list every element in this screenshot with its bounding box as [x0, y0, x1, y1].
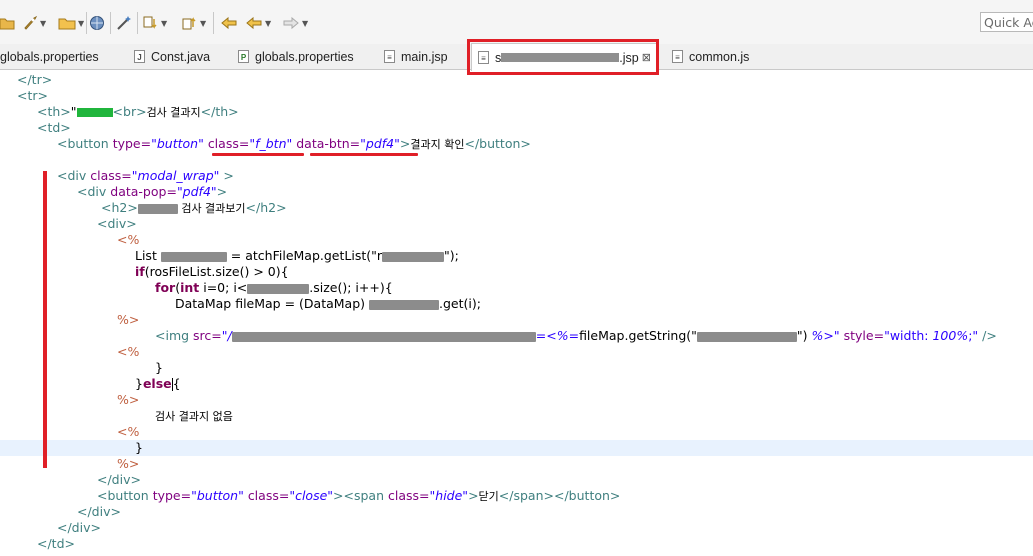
tab-main-jsp[interactable]: ≡ main.jsp: [384, 44, 448, 69]
back-arrow-icon[interactable]: ▼: [245, 14, 271, 32]
dropdown-arrow-icon[interactable]: ▼: [40, 19, 46, 28]
code-line: if(rosFileList.size() > 0){: [135, 264, 289, 279]
red-bracket-annotation: [43, 171, 47, 468]
dropdown-arrow-icon[interactable]: ▼: [302, 19, 308, 28]
redacted-text: [137, 203, 178, 214]
quick-access-input[interactable]: Quick Access: [980, 12, 1033, 32]
code-line: <td>: [37, 120, 71, 135]
separator: [213, 12, 214, 34]
code-line: </td>: [37, 536, 75, 551]
code-editor[interactable]: </tr> <tr> <th>" <br>검사 결과지</th> <td> <bu…: [0, 70, 1033, 556]
code-line: DataMap fileMap = (DataMap) .get(i);: [175, 296, 481, 311]
code-line: <div>: [97, 216, 137, 231]
code-line: %>: [117, 392, 140, 407]
tab-label: globals.properties: [255, 49, 354, 64]
code-line: </div>: [77, 504, 121, 519]
code-line: List = atchFileMap.getList("r ");: [135, 248, 459, 263]
globe-icon[interactable]: [89, 14, 105, 32]
code-line: %>: [117, 456, 140, 471]
code-line: }else{: [135, 376, 181, 391]
dropdown-arrow-icon[interactable]: ▼: [200, 19, 206, 28]
navigate-up-icon[interactable]: ▼: [182, 14, 206, 32]
dropdown-arrow-icon[interactable]: ▼: [161, 19, 167, 28]
code-line: </div>: [97, 472, 141, 487]
redacted-text: [231, 331, 536, 342]
tab-globals-properties[interactable]: globals.properties: [0, 44, 99, 69]
code-line: <h2> 검사 결과보기</h2>: [101, 200, 287, 215]
code-line: for(int i=0; i< .size(); i++){: [155, 280, 393, 295]
code-line: <img src="/=<%=fileMap.getString(" ") %>"…: [155, 328, 997, 343]
tab-label: main.jsp: [401, 49, 448, 64]
open-folder-icon[interactable]: [0, 14, 16, 32]
tab-globals-properties-2[interactable]: P globals.properties: [238, 44, 354, 69]
separator: [110, 12, 111, 34]
code-line: <div class="modal_wrap" >: [57, 168, 234, 183]
properties-file-icon: P: [238, 50, 249, 63]
code-line: <%: [117, 232, 140, 247]
code-line: %>: [117, 312, 140, 327]
redacted-text: [696, 331, 797, 342]
code-line: <tr>: [17, 88, 48, 103]
tab-label: globals.properties: [0, 49, 99, 64]
code-line: <%: [117, 344, 140, 359]
main-toolbar: ▼ ▼ ▼ ▼ ▼ ▼ Quick Access: [0, 0, 1033, 44]
rocket-icon[interactable]: ▼: [22, 14, 46, 32]
dropdown-arrow-icon[interactable]: ▼: [78, 19, 84, 28]
code-line: <div data-pop="pdf4">: [77, 184, 228, 199]
redacted-text: [160, 251, 227, 262]
redacted-text: [382, 251, 445, 262]
code-line-current: }: [0, 440, 1033, 456]
wand-icon[interactable]: [116, 14, 132, 32]
tab-common-js[interactable]: ≡ common.js: [672, 44, 749, 69]
code-line: 검사 결과지 없음: [155, 410, 233, 423]
tab-label: common.js: [689, 49, 750, 64]
code-line: <button type="button" class="f_btn" data…: [57, 136, 531, 151]
last-edit-icon[interactable]: [220, 14, 238, 32]
tab-label: Const.java: [151, 49, 211, 64]
redacted-text: [247, 283, 310, 294]
java-file-icon: J: [134, 50, 145, 63]
jsp-file-icon: ≡: [384, 50, 395, 63]
code-line: </tr>: [17, 72, 53, 87]
navigate-down-icon[interactable]: ▼: [143, 14, 167, 32]
folder-icon[interactable]: ▼: [58, 14, 84, 32]
separator: [137, 12, 138, 34]
code-line: }: [155, 360, 163, 375]
code-line: <th>" <br>검사 결과지</th>: [37, 104, 239, 119]
code-line: </div>: [57, 520, 101, 535]
dropdown-arrow-icon[interactable]: ▼: [265, 19, 271, 28]
redacted-text: [369, 299, 439, 310]
js-file-icon: ≡: [672, 50, 683, 63]
red-underline-annotation: [310, 153, 418, 156]
code-line: <%: [117, 424, 140, 439]
redacted-text: [76, 108, 113, 117]
red-underline-annotation: [212, 153, 304, 156]
forward-arrow-icon[interactable]: ▼: [282, 14, 308, 32]
separator: [86, 12, 87, 34]
tab-const-java[interactable]: J Const.java: [134, 44, 210, 69]
code-line: <button type="button" class="close"><spa…: [97, 488, 621, 503]
